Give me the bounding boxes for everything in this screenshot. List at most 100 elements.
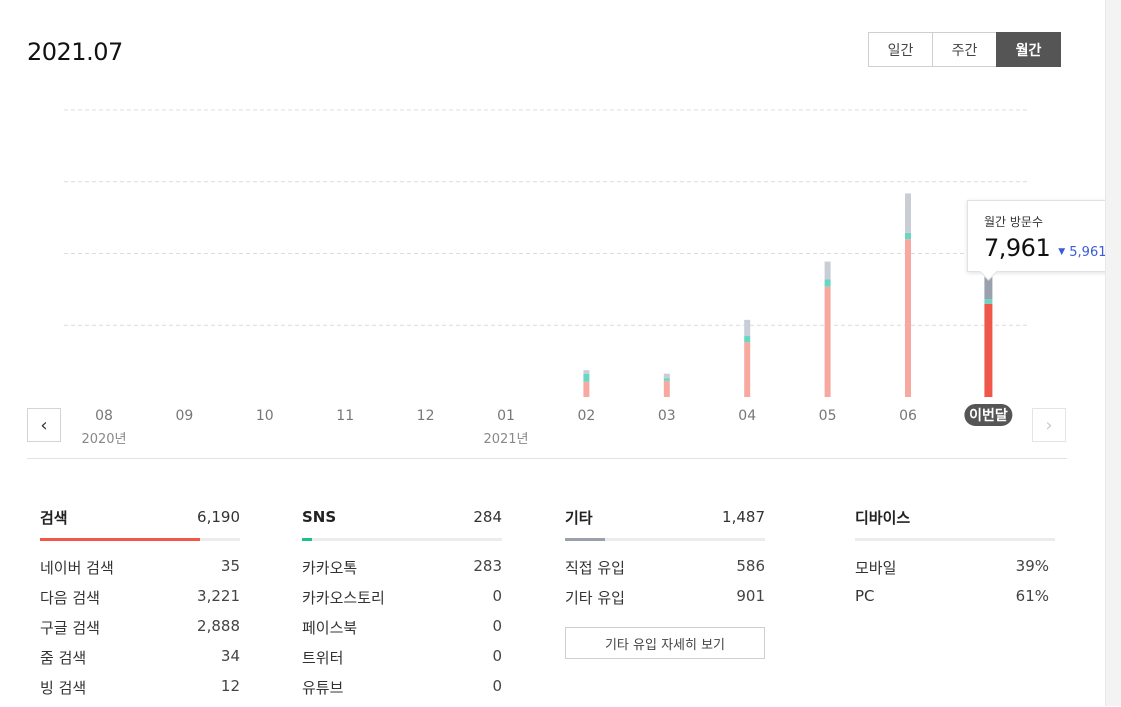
tooltip-pointer xyxy=(979,262,998,281)
stat-device-bar xyxy=(855,538,1055,541)
stat-row-value: 0 xyxy=(492,617,502,635)
stat-row-label: 다음 검색 xyxy=(40,589,100,607)
stat-row: 모바일 39% xyxy=(855,557,1055,587)
x-tick-label: 08 xyxy=(95,408,113,424)
bar-segment-etc[interactable] xyxy=(824,261,831,280)
stat-row-label: 줌 검색 xyxy=(40,649,87,667)
current-month-badge xyxy=(964,404,1013,426)
stat-search-total: 6,190 xyxy=(197,508,240,526)
bar-segment-search[interactable] xyxy=(744,342,751,397)
stat-row-value: 12 xyxy=(220,677,240,695)
stat-sns-bar-fill xyxy=(302,538,312,541)
x-tick-label: 12 xyxy=(417,408,435,424)
stat-row: 빙 검색 12 xyxy=(40,677,240,707)
stat-row-value: 0 xyxy=(492,647,502,665)
stat-row-label: 유튜브 xyxy=(302,679,344,697)
tab-daily[interactable]: 일간 xyxy=(868,32,933,67)
stat-row: 유튜브 0 xyxy=(302,677,502,707)
x-tick-label: 11 xyxy=(336,408,354,424)
bar-segment-search[interactable] xyxy=(984,303,993,397)
stat-row: 카카오톡 283 xyxy=(302,557,502,587)
tooltip-label: 월간 방문수 xyxy=(984,215,1044,229)
stat-row: 페이스북 0 xyxy=(302,617,502,647)
tab-weekly[interactable]: 주간 xyxy=(932,32,997,67)
stat-row-value: 34 xyxy=(220,647,240,665)
stat-row: 트위터 0 xyxy=(302,647,502,677)
stat-row-value: 39% xyxy=(1015,557,1049,575)
x-tick-label: 06 xyxy=(899,408,917,424)
visits-chart-svg: 08 09 10 11 12 01 02 03 04 05 06 이번달 2020년 2021년 xyxy=(64,109,1028,447)
stat-etc-bar-fill xyxy=(565,538,605,541)
page-scrollbar[interactable] xyxy=(1105,0,1121,706)
triangle-down-icon: ▼ xyxy=(1058,247,1066,257)
stat-row-label: 빙 검색 xyxy=(40,679,87,697)
tab-monthly[interactable]: 월간 xyxy=(996,32,1061,67)
year-label: 2021년 xyxy=(483,432,528,447)
section-divider xyxy=(27,458,1067,459)
stat-row: 카카오스토리 0 xyxy=(302,587,502,617)
stat-row-label: PC xyxy=(855,587,875,605)
year-label: 2020년 xyxy=(81,432,126,447)
stat-search-title: 검색 xyxy=(40,508,68,527)
stat-row: 직접 유입 586 xyxy=(565,557,765,587)
bar-segment-sns[interactable] xyxy=(984,299,993,304)
tooltip-change: ▼ 5,961 xyxy=(1058,245,1106,260)
bar-segment-sns[interactable] xyxy=(744,336,751,343)
bar-segment-sns[interactable] xyxy=(824,279,831,287)
stat-device: 디바이스 모바일 39% PC 61% xyxy=(855,506,1055,617)
prev-period-button[interactable]: ‹ xyxy=(27,408,61,442)
stat-row: 기타 유입 901 xyxy=(565,587,765,617)
stat-row-label: 구글 검색 xyxy=(40,619,100,637)
bar-segment-search[interactable] xyxy=(583,381,590,397)
stat-row-label: 직접 유입 xyxy=(565,559,625,577)
stat-row: 네이버 검색 35 xyxy=(40,557,240,587)
bar-segment-sns[interactable] xyxy=(663,378,670,381)
stat-row-label: 트위터 xyxy=(302,649,344,667)
stat-etc: 기타 1,487 직접 유입 586 기타 유입 901 기타 유입 자세히 보기 xyxy=(565,506,765,659)
x-tick-label: 02 xyxy=(577,408,595,424)
stat-row-value: 3,221 xyxy=(197,587,240,605)
bar-segment-search[interactable] xyxy=(663,380,670,397)
x-tick-label: 04 xyxy=(738,408,756,424)
stat-etc-total: 1,487 xyxy=(722,508,765,526)
stat-row: 구글 검색 2,888 xyxy=(40,617,240,647)
stat-row-value: 283 xyxy=(473,557,502,575)
tooltip-value: 7,961 xyxy=(984,234,1051,262)
stat-sns-title: SNS xyxy=(302,508,337,526)
chart-tooltip: 월간 방문수 7,961 ▼ 5,961 xyxy=(967,200,1119,281)
stat-row-value: 2,888 xyxy=(197,617,240,635)
x-tick-label: 01 xyxy=(497,408,515,424)
period-toggle: 일간 주간 월간 xyxy=(868,32,1061,67)
stat-row-label: 모바일 xyxy=(855,559,897,577)
visits-chart: 08 09 10 11 12 01 02 03 04 05 06 이번달 2020년 2021년 ‹ › … xyxy=(0,0,1121,460)
stat-sns-bar xyxy=(302,538,502,541)
stat-row-value: 35 xyxy=(220,557,240,575)
bar-segment-etc[interactable] xyxy=(744,319,751,337)
stat-row: 줌 검색 34 xyxy=(40,647,240,677)
stat-row-label: 카카오스토리 xyxy=(302,589,385,607)
bar-segment-search[interactable] xyxy=(905,239,911,397)
x-tick-label: 09 xyxy=(175,408,193,424)
stat-sns-total: 284 xyxy=(473,508,502,526)
x-tick-label: 이번달 xyxy=(969,407,1008,424)
stat-row: 다음 검색 3,221 xyxy=(40,587,240,617)
x-tick-label: 10 xyxy=(256,408,274,424)
bar-segment-sns[interactable] xyxy=(583,373,590,382)
bar-segment-etc[interactable] xyxy=(663,373,670,379)
bar-segment-sns[interactable] xyxy=(905,232,911,240)
etc-detail-button[interactable]: 기타 유입 자세히 보기 xyxy=(565,627,765,659)
stat-etc-title: 기타 xyxy=(565,508,593,527)
stat-search-bar-fill xyxy=(40,538,200,541)
bar-segment-search[interactable] xyxy=(824,286,831,397)
tooltip-change-value: 5,961 xyxy=(1069,245,1107,260)
chevron-right-icon: › xyxy=(1045,414,1053,436)
next-period-button[interactable]: › xyxy=(1032,408,1066,442)
bar-segment-etc[interactable] xyxy=(583,370,590,374)
x-tick-label: 03 xyxy=(658,408,676,424)
stat-row-value: 0 xyxy=(492,587,502,605)
stat-sns: SNS 284 카카오톡 283 카카오스토리 0 페이스북 0 트위터 0 유튜브 0 xyxy=(302,506,502,707)
stat-row: PC 61% xyxy=(855,587,1055,617)
stat-row-value: 586 xyxy=(736,557,765,575)
stat-row-label: 네이버 검색 xyxy=(40,559,114,577)
bar-segment-etc[interactable] xyxy=(905,193,911,233)
